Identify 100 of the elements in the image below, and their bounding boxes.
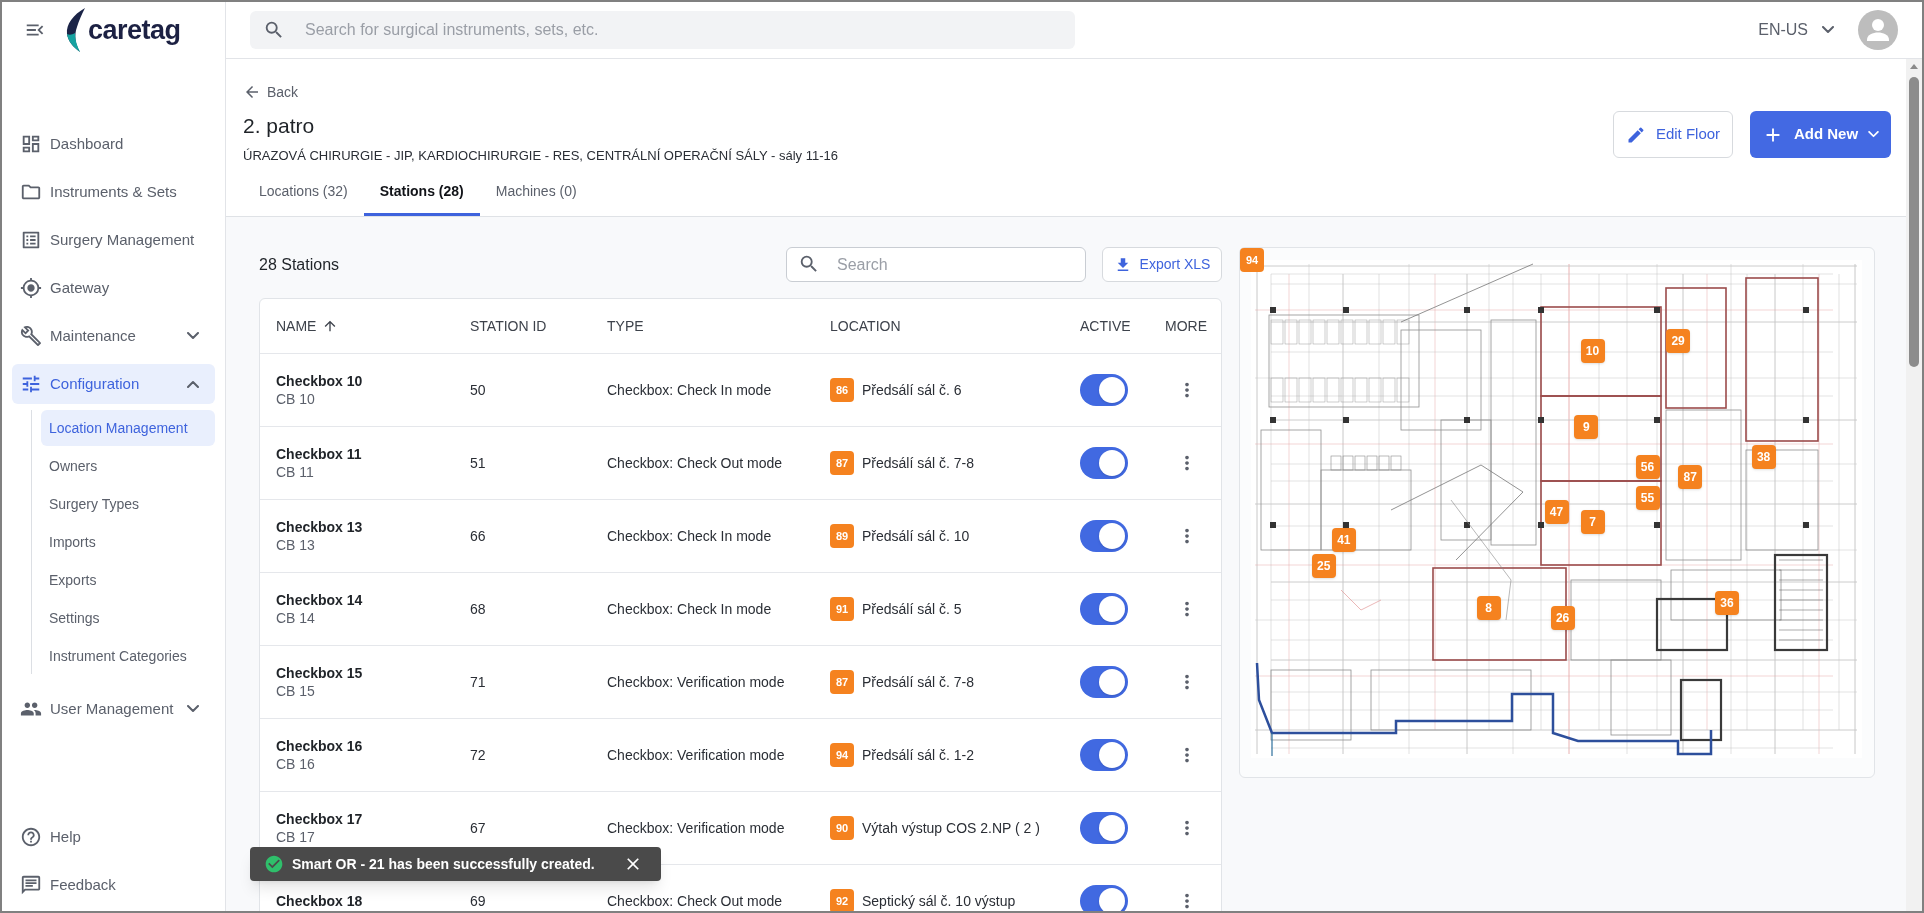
export-button[interactable]: Export XLS — [1102, 247, 1222, 282]
station-code: CB 10 — [276, 390, 315, 408]
location-badge: 91 — [830, 597, 854, 621]
active-toggle[interactable] — [1080, 739, 1128, 771]
station-code: CB 17 — [276, 828, 315, 846]
nav-subitem[interactable]: Settings — [41, 600, 215, 636]
station-code: CB 11 — [276, 463, 314, 481]
floor-title: 2. patro — [243, 113, 315, 139]
nav-item[interactable]: Feedback — [12, 865, 215, 905]
nav-item[interactable]: Configuration — [12, 364, 215, 404]
station-code: CB 15 — [276, 682, 315, 700]
location-name: Předsálí sál č. 5 — [862, 600, 962, 618]
list-icon — [20, 229, 42, 251]
station-name: Checkbox 10 — [276, 372, 363, 390]
active-toggle[interactable] — [1080, 520, 1128, 552]
nav-subitem[interactable]: Imports — [41, 524, 215, 560]
column-header[interactable]: ACTIVE — [1080, 315, 1131, 337]
station-id-cell: 50 — [470, 381, 486, 399]
type-cell: Checkbox: Check In mode — [607, 527, 772, 545]
search-icon — [263, 19, 285, 41]
type-cell: Checkbox: Check Out mode — [607, 892, 783, 910]
type-cell: Checkbox: Verification mode — [607, 746, 785, 764]
station-id-cell: 69 — [470, 892, 486, 910]
column-header[interactable]: NAME — [276, 315, 339, 337]
location-badge: 87 — [830, 451, 854, 475]
scroll-up-arrow-icon[interactable] — [1910, 64, 1918, 69]
station-name: Checkbox 11 — [276, 445, 362, 463]
leaf-logo-icon — [65, 8, 87, 52]
location-name: Předsálí sál č. 6 — [862, 381, 962, 399]
nav-subitem[interactable]: Owners — [41, 448, 215, 484]
station-id-cell: 72 — [470, 746, 486, 764]
station-name: Checkbox 13 — [276, 518, 363, 536]
column-header[interactable]: TYPE — [607, 315, 644, 337]
active-toggle[interactable] — [1080, 812, 1128, 844]
search-field[interactable]: Search for surgical instruments, sets, etc. — [250, 11, 1075, 49]
station-name: Checkbox 14 — [276, 591, 363, 609]
type-cell: Checkbox: Check In mode — [607, 381, 772, 399]
station-id-cell: 66 — [470, 527, 486, 545]
help-icon — [20, 826, 42, 848]
column-header[interactable]: MORE — [1165, 315, 1207, 337]
active-toggle[interactable] — [1080, 447, 1128, 479]
chat-bubble-icon — [20, 874, 42, 896]
station-id-cell: 71 — [470, 673, 486, 691]
column-header[interactable]: LOCATION — [830, 315, 901, 337]
station-id-cell: 51 — [470, 454, 486, 472]
station-code: CB 16 — [276, 755, 315, 773]
add-new-button[interactable]: Add New — [1750, 111, 1891, 158]
location-badge: 92 — [830, 889, 854, 911]
nav-item[interactable]: Gateway — [12, 268, 215, 308]
location-name: Předsálí sál č. 7-8 — [862, 673, 975, 691]
active-toggle[interactable] — [1080, 593, 1128, 625]
station-name: Checkbox 17 — [276, 810, 363, 828]
type-cell: Checkbox: Verification mode — [607, 819, 785, 837]
location-name: Předsálí sál č. 10 — [862, 527, 970, 545]
type-cell: Checkbox: Check In mode — [607, 600, 772, 618]
station-count: 28 Stations — [259, 254, 340, 275]
station-id-cell: 67 — [470, 819, 486, 837]
station-code: CB 13 — [276, 536, 315, 554]
back-link[interactable]: Back — [243, 82, 299, 102]
tab[interactable]: Locations (32) — [243, 170, 364, 216]
language-selector[interactable]: EN-US — [1758, 18, 1834, 42]
nav-subitem[interactable]: Location Management — [41, 410, 215, 446]
nav-item[interactable]: Maintenance — [12, 316, 215, 356]
scrollbar-thumb[interactable] — [1909, 77, 1919, 367]
station-name: Checkbox 16 — [276, 737, 363, 755]
tab[interactable]: Machines (0) — [479, 170, 593, 216]
station-name: Checkbox 18 — [276, 892, 363, 910]
nav-item[interactable]: Dashboard — [12, 124, 215, 164]
nav-item[interactable]: Surgery Management — [12, 220, 215, 260]
column-header[interactable]: STATION ID — [470, 315, 547, 337]
active-toggle[interactable] — [1080, 374, 1128, 406]
station-id-cell: 68 — [470, 600, 486, 618]
station-name: Checkbox 15 — [276, 664, 363, 682]
active-toggle[interactable] — [1080, 666, 1128, 698]
nav-item[interactable]: Instruments & Sets — [12, 172, 215, 212]
nav-subitem[interactable]: Instrument Categories — [41, 638, 215, 674]
search-icon — [798, 253, 820, 275]
type-cell: Checkbox: Check Out mode — [607, 454, 783, 472]
location-badge: 87 — [830, 670, 854, 694]
nav-subitem[interactable]: Exports — [41, 562, 215, 598]
nav-item[interactable]: Help — [12, 817, 215, 857]
location-name: Výtah výstup COS 2.NP ( 2 ) — [862, 819, 1040, 837]
search-field[interactable]: Search — [786, 247, 1086, 282]
nav-subitem[interactable]: Surgery Types — [41, 486, 215, 522]
location-badge: 86 — [830, 378, 854, 402]
location-badge: 90 — [830, 816, 854, 840]
dashboard-icon — [20, 133, 42, 155]
location-badge: 94 — [830, 743, 854, 767]
crosshair-icon — [20, 277, 42, 299]
chevron-down-icon — [1868, 131, 1880, 138]
floor-subtitle: ÚRAZOVÁ CHIRURGIE - JIP, KARDIOCHIRURGIE - RES, CENTRÁLNÍ OPERAČNÍ SÁLY - sály 11-16 — [243, 147, 838, 165]
station-code: CB 14 — [276, 609, 315, 627]
sliders-icon — [20, 373, 42, 395]
active-toggle[interactable] — [1080, 885, 1128, 911]
toast-message: Smart OR - 21 has been successfully created. — [292, 854, 596, 874]
nav-item[interactable]: User Management — [12, 689, 215, 729]
location-badge: 89 — [830, 524, 854, 548]
edit-floor-button[interactable]: Edit Floor — [1613, 111, 1733, 158]
chevron-down-icon — [1822, 26, 1834, 34]
location-name: Předsálí sál č. 7-8 — [862, 454, 975, 472]
